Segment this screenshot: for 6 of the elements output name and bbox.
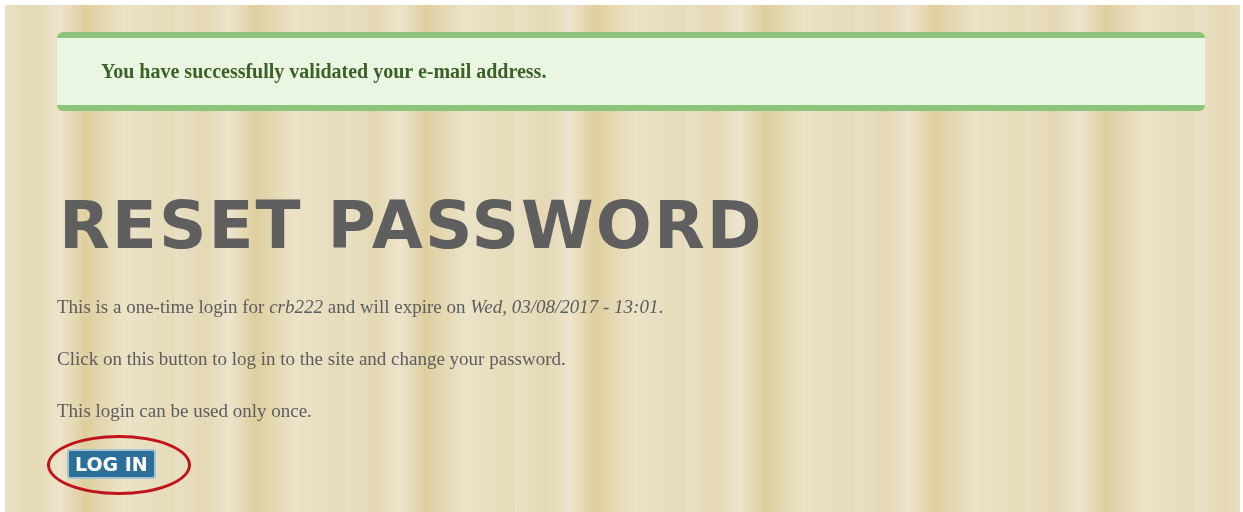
paragraph: This login can be used only once. (57, 399, 313, 423)
paragraph: Click on this button to log in to the site and change your password. (57, 347, 567, 371)
status-message: You have successfully validated your e-mail address. (57, 32, 1205, 111)
login-button[interactable]: LOG IN (67, 449, 156, 479)
paragraph: This is a one-time login for crb222 and will expire on Wed, 03/08/2017 - 13:01. (57, 295, 665, 319)
page-title: RESET PASSWORD (59, 191, 765, 261)
